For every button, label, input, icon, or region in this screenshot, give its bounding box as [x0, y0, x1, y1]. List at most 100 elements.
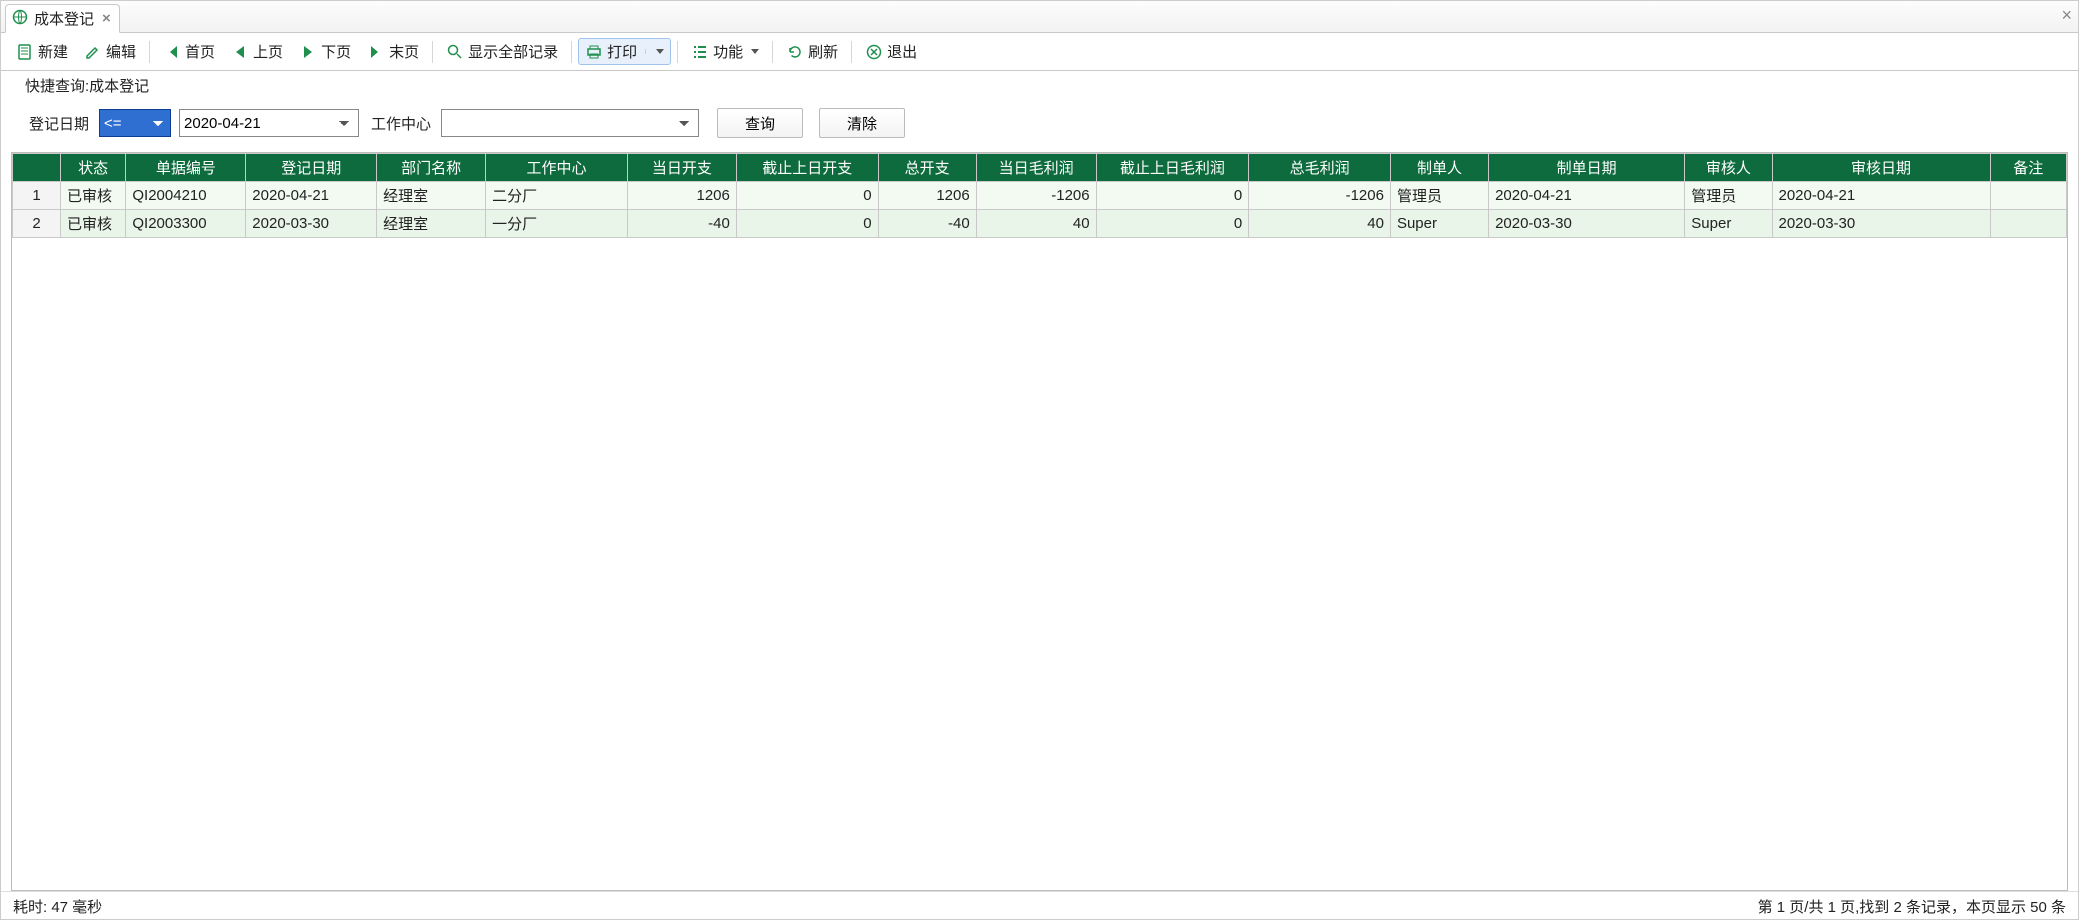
query-button[interactable]: 查询 — [717, 108, 803, 138]
cell[interactable]: 经理室 — [377, 210, 486, 238]
separator — [149, 41, 150, 63]
exit-label: 退出 — [887, 41, 917, 62]
clear-button[interactable]: 清除 — [819, 108, 905, 138]
col-remark[interactable]: 备注 — [1990, 154, 2066, 182]
close-icon[interactable]: × — [2061, 5, 2072, 26]
last-page-button[interactable]: 末页 — [360, 38, 426, 65]
table-row[interactable]: 1已审核QI20042102020-04-21经理室二分厂120601206-1… — [13, 182, 2067, 210]
print-button[interactable]: 打印 — [578, 38, 671, 65]
cell[interactable]: 经理室 — [377, 182, 486, 210]
cell[interactable]: 1 — [13, 182, 61, 210]
cell[interactable]: 1206 — [627, 182, 736, 210]
cell[interactable]: QI2003300 — [126, 210, 246, 238]
cell[interactable]: 2 — [13, 210, 61, 238]
refresh-icon — [786, 43, 804, 61]
cell[interactable]: -1206 — [976, 182, 1096, 210]
close-icon[interactable]: × — [102, 10, 111, 27]
separator — [851, 41, 852, 63]
cell[interactable]: 2020-03-30 — [1489, 210, 1685, 238]
cell[interactable]: Super — [1390, 210, 1488, 238]
data-grid[interactable]: 状态 单据编号 登记日期 部门名称 工作中心 当日开支 截止上日开支 总开支 当… — [11, 152, 2068, 891]
operator-select[interactable]: <= — [99, 109, 171, 137]
cell[interactable]: 0 — [736, 182, 878, 210]
cell[interactable]: 管理员 — [1390, 182, 1488, 210]
chevron-down-icon — [751, 49, 759, 54]
cell[interactable]: 2020-04-21 — [246, 182, 377, 210]
exit-icon — [865, 43, 883, 61]
cell[interactable]: 已审核 — [60, 182, 125, 210]
cell[interactable]: 1206 — [878, 182, 976, 210]
col-dayprof[interactable]: 当日毛利润 — [976, 154, 1096, 182]
cell[interactable]: 管理员 — [1685, 182, 1772, 210]
cell[interactable]: 2020-04-21 — [1772, 182, 1990, 210]
separator — [571, 41, 572, 63]
status-pagination: 第 1 页/共 1 页,找到 2 条记录，本页显示 50 条 — [1758, 896, 2066, 915]
cell[interactable]: 0 — [1096, 182, 1249, 210]
first-icon — [163, 43, 181, 61]
cell[interactable]: -1206 — [1249, 182, 1391, 210]
col-maker[interactable]: 制单人 — [1390, 154, 1488, 182]
toolbar: 新建 编辑 首页 上页 下页 — [1, 33, 2078, 71]
next-page-button[interactable]: 下页 — [292, 38, 358, 65]
cell[interactable]: 40 — [976, 210, 1096, 238]
prev-label: 上页 — [253, 41, 283, 62]
col-dayexp[interactable]: 当日开支 — [627, 154, 736, 182]
col-wc[interactable]: 工作中心 — [486, 154, 628, 182]
cell[interactable]: 已审核 — [60, 210, 125, 238]
col-adate[interactable]: 审核日期 — [1772, 154, 1990, 182]
print-dropdown[interactable] — [645, 49, 664, 54]
col-status[interactable]: 状态 — [60, 154, 125, 182]
show-all-button[interactable]: 显示全部记录 — [439, 38, 565, 65]
quick-query-title: 快捷查询:成本登记 — [1, 71, 2078, 100]
col-auditor[interactable]: 审核人 — [1685, 154, 1772, 182]
cell[interactable]: 二分厂 — [486, 182, 628, 210]
cell[interactable]: 2020-03-30 — [246, 210, 377, 238]
col-totprof[interactable]: 总毛利润 — [1249, 154, 1391, 182]
cell[interactable]: 40 — [1249, 210, 1391, 238]
tab-cost-register[interactable]: 成本登记 × — [5, 4, 120, 33]
table-row[interactable]: 2已审核QI20033002020-03-30经理室一分厂-400-404004… — [13, 210, 2067, 238]
exit-button[interactable]: 退出 — [858, 38, 924, 65]
col-prevexp[interactable]: 截止上日开支 — [736, 154, 878, 182]
new-label: 新建 — [38, 41, 68, 62]
cell[interactable]: 一分厂 — [486, 210, 628, 238]
date-input[interactable] — [179, 109, 359, 137]
prev-page-button[interactable]: 上页 — [224, 38, 290, 65]
cell[interactable]: 0 — [1096, 210, 1249, 238]
edit-label: 编辑 — [106, 41, 136, 62]
col-mdate[interactable]: 制单日期 — [1489, 154, 1685, 182]
cell[interactable]: -40 — [627, 210, 736, 238]
search-icon — [446, 43, 464, 61]
first-page-button[interactable]: 首页 — [156, 38, 222, 65]
next-icon — [299, 43, 317, 61]
col-date[interactable]: 登记日期 — [246, 154, 377, 182]
cell[interactable]: -40 — [878, 210, 976, 238]
edit-button[interactable]: 编辑 — [77, 38, 143, 65]
cell[interactable] — [1990, 182, 2066, 210]
function-button[interactable]: 功能 — [684, 38, 766, 65]
cell[interactable]: Super — [1685, 210, 1772, 238]
list-icon — [691, 43, 709, 61]
date-label: 登记日期 — [29, 113, 89, 134]
col-totexp[interactable]: 总开支 — [878, 154, 976, 182]
tab-label: 成本登记 — [34, 8, 94, 29]
col-billno[interactable]: 单据编号 — [126, 154, 246, 182]
filter-bar: 登记日期 <= 工作中心 查询 清除 — [1, 100, 2078, 152]
cell[interactable]: QI2004210 — [126, 182, 246, 210]
status-elapsed: 耗时: 47 毫秒 — [13, 896, 102, 915]
cell[interactable]: 2020-04-21 — [1489, 182, 1685, 210]
col-dept[interactable]: 部门名称 — [377, 154, 486, 182]
edit-icon — [84, 43, 102, 61]
function-label: 功能 — [713, 41, 743, 62]
cell[interactable] — [1990, 210, 2066, 238]
cell[interactable]: 2020-03-30 — [1772, 210, 1990, 238]
workcenter-select[interactable] — [441, 109, 699, 137]
cell[interactable]: 0 — [736, 210, 878, 238]
col-prevprof[interactable]: 截止上日毛利润 — [1096, 154, 1249, 182]
col-rownum[interactable] — [13, 154, 61, 182]
globe-icon — [12, 9, 28, 29]
refresh-button[interactable]: 刷新 — [779, 38, 845, 65]
new-button[interactable]: 新建 — [9, 38, 75, 65]
print-icon — [585, 43, 603, 61]
refresh-label: 刷新 — [808, 41, 838, 62]
